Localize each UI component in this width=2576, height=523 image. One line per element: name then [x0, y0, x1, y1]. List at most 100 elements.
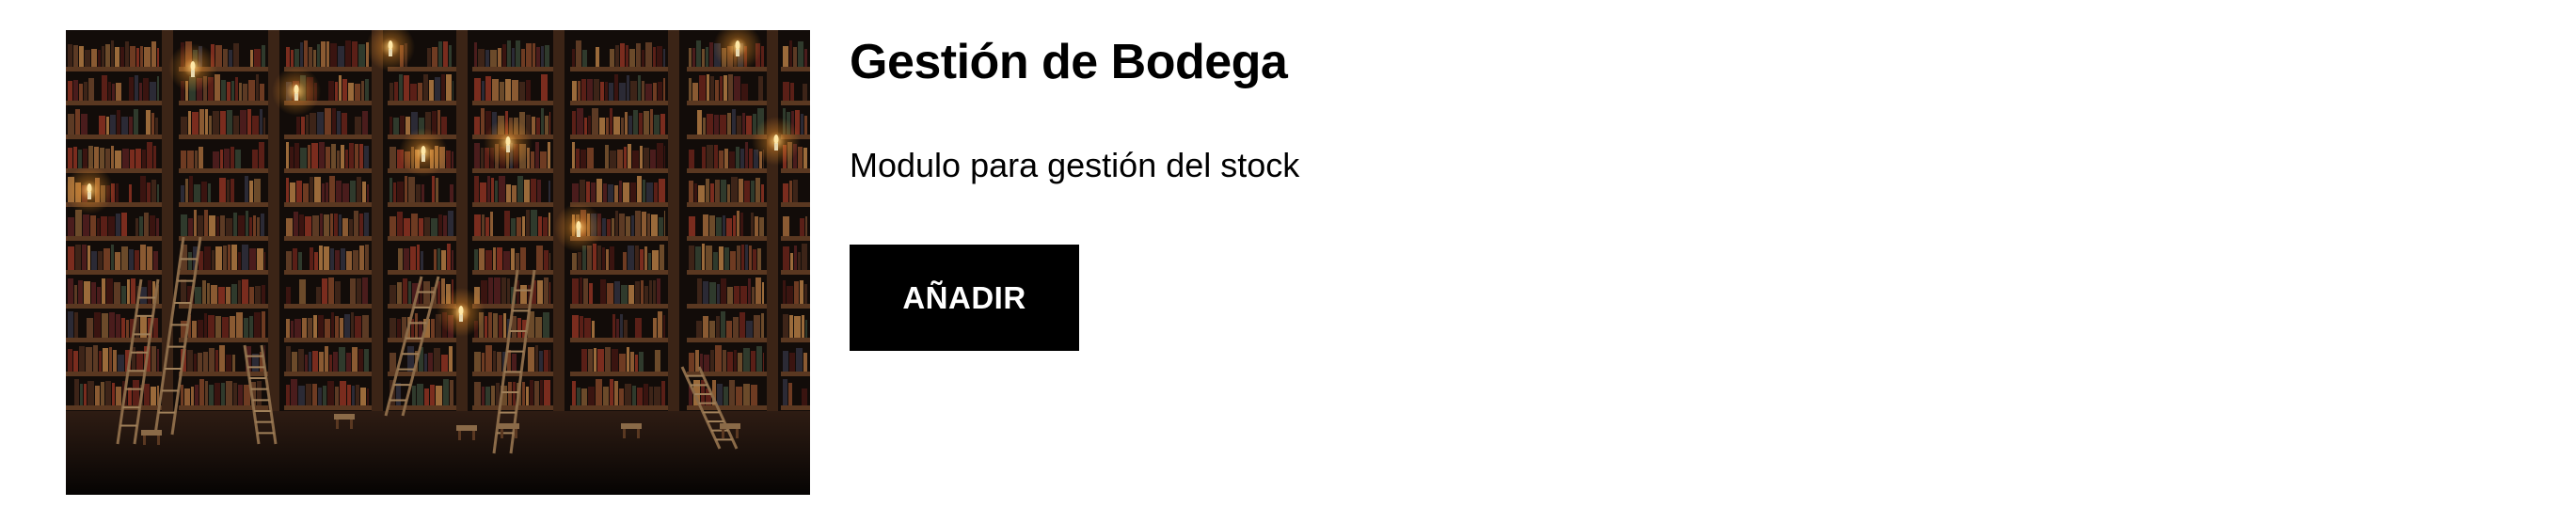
book-spine: [257, 381, 262, 405]
book-spine: [411, 214, 418, 236]
book-spine: [242, 279, 248, 304]
book-spine: [652, 250, 659, 270]
book-spine: [238, 215, 245, 236]
book-spine: [181, 279, 186, 304]
shelf-board: [66, 135, 162, 139]
book-spine: [482, 387, 485, 405]
book-spine: [291, 321, 294, 338]
book-spine: [365, 245, 369, 270]
book-spine: [490, 50, 497, 67]
book-spine: [544, 350, 549, 372]
shelf-board: [66, 236, 162, 241]
book-spine: [796, 348, 803, 372]
book-spine: [91, 49, 97, 67]
book-spine: [250, 50, 253, 67]
book-spine: [187, 151, 194, 168]
book-spine: [352, 386, 355, 405]
book-spine: [213, 151, 219, 168]
book-spine: [350, 181, 356, 202]
book-spine: [639, 113, 643, 135]
bookcase-upright: [372, 30, 383, 425]
book-spine: [717, 384, 723, 405]
book-spine: [390, 353, 396, 372]
book-spine: [404, 218, 410, 236]
book-spine: [199, 379, 204, 405]
book-spine: [181, 214, 187, 236]
book-spine: [429, 80, 434, 101]
book-spine: [434, 348, 440, 372]
book-spine: [640, 249, 644, 270]
book-spine: [85, 50, 90, 67]
book-spine: [737, 211, 739, 236]
book-spine: [783, 351, 788, 372]
book-spine: [201, 182, 207, 202]
book-spine: [692, 48, 695, 67]
book-spine: [572, 81, 577, 101]
book-spine: [224, 149, 230, 168]
book-spine: [305, 216, 311, 236]
book-spine: [532, 117, 535, 135]
book-spine: [98, 50, 101, 67]
book-spine: [309, 352, 311, 372]
book-spine: [407, 346, 414, 372]
book-spine: [135, 75, 138, 101]
book-spine: [613, 117, 620, 135]
book-spine: [257, 217, 260, 236]
book-spine: [495, 181, 498, 202]
book-spine: [330, 214, 333, 236]
book-spine: [112, 383, 115, 405]
book-spine: [336, 181, 342, 202]
book-spine: [194, 210, 197, 236]
book-spine: [581, 388, 587, 405]
book-spine: [499, 315, 502, 338]
book-spine: [337, 151, 340, 168]
book-spine: [526, 210, 530, 236]
book-spine: [151, 113, 154, 135]
book-spine: [727, 352, 733, 372]
book-spine: [783, 280, 786, 304]
module-image: [66, 30, 810, 495]
book-spine: [220, 111, 226, 135]
book-spine: [502, 44, 506, 67]
book-spine: [702, 147, 706, 168]
book-spine: [428, 353, 433, 372]
book-spine: [94, 147, 99, 168]
book-spine: [139, 216, 143, 236]
book-spine: [787, 286, 793, 304]
book-spine: [751, 213, 754, 236]
book-spine: [365, 79, 369, 101]
book-spine: [318, 388, 322, 405]
shelf-board: [570, 270, 668, 275]
add-button[interactable]: AÑADIR: [850, 245, 1079, 351]
book-spine: [500, 82, 504, 101]
book-spine: [783, 216, 789, 236]
book-spine: [79, 84, 83, 101]
book-spine: [115, 151, 121, 168]
book-spine: [298, 252, 302, 270]
book-spine: [263, 118, 265, 135]
book-spine: [744, 181, 750, 202]
book-spine: [249, 316, 253, 338]
book-spine: [262, 311, 265, 338]
book-spine: [188, 218, 193, 236]
shelf-board: [570, 338, 668, 342]
book-spine: [620, 43, 625, 67]
book-spine: [605, 82, 608, 101]
book-spine: [424, 388, 429, 405]
book-spine: [362, 315, 369, 338]
book-spine: [355, 144, 358, 168]
book-spine: [594, 79, 599, 101]
book-spine: [610, 246, 614, 270]
book-spine: [443, 379, 449, 405]
book-spine: [644, 384, 648, 405]
book-spine: [715, 80, 719, 101]
book-spine: [140, 176, 146, 202]
book-spine: [610, 151, 616, 168]
shelf-board: [284, 405, 372, 410]
shelf-board: [179, 168, 268, 173]
book-spine: [254, 49, 261, 67]
book-spine: [319, 246, 323, 270]
book-spine: [157, 48, 159, 67]
book-spine: [320, 214, 323, 236]
book-spine: [608, 184, 613, 202]
